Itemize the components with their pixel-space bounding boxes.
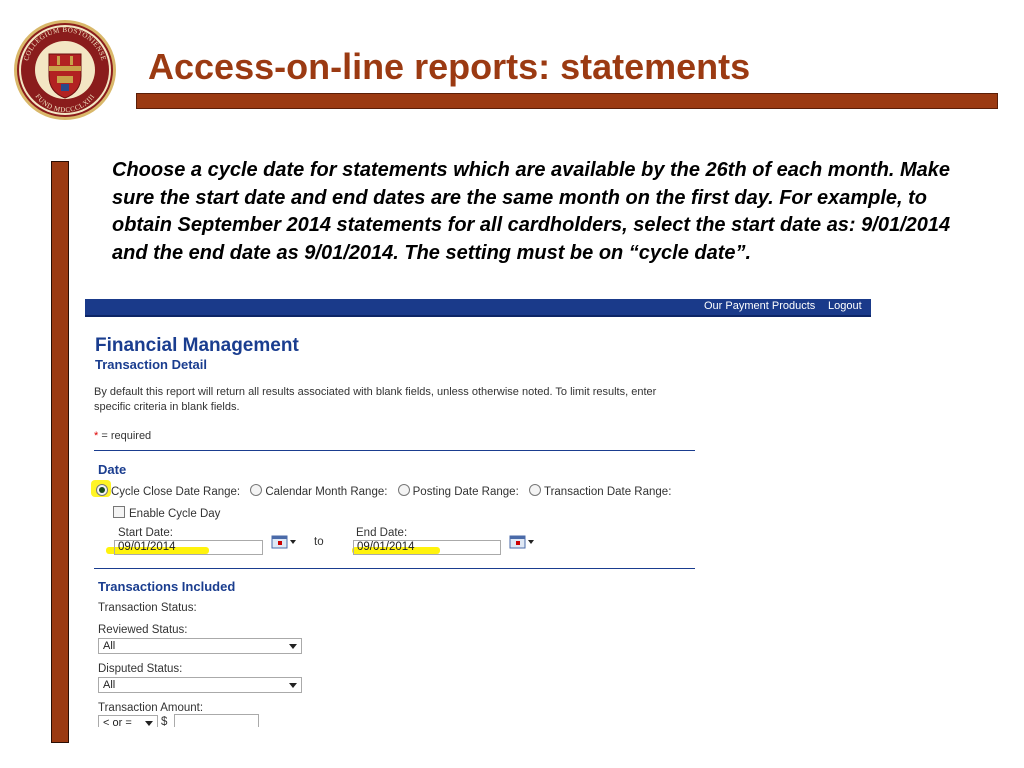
end-date-label: End Date: — [356, 527, 408, 539]
left-accent-bar — [51, 161, 69, 743]
date-section-title: Date — [98, 462, 127, 477]
required-text: = required — [98, 430, 152, 442]
end-date-input[interactable]: 09/01/2014 — [353, 540, 501, 555]
radio-cycle-close-label: Cycle Close Date Range: — [111, 486, 241, 498]
divider — [94, 568, 695, 569]
title-underline-bar — [136, 93, 998, 109]
reviewed-status-value: All — [103, 640, 116, 652]
disputed-status-value: All — [103, 679, 116, 691]
end-calendar-icon[interactable] — [509, 535, 535, 549]
required-note: * = required — [94, 430, 151, 442]
nav-our-payment-products-link[interactable]: Our Payment Products — [704, 300, 815, 312]
intro-text: Choose a cycle date for statements which… — [112, 159, 951, 264]
nav-logout-link[interactable]: Logout — [828, 300, 862, 312]
disputed-status-label: Disputed Status: — [98, 663, 183, 675]
disputed-status-select[interactable]: All — [98, 677, 302, 693]
enable-cycle-day-row: Enable Cycle Day — [113, 506, 220, 520]
radio-transaction-date-label: Transaction Date Range: — [543, 486, 672, 498]
reviewed-status-select[interactable]: All — [98, 638, 302, 654]
top-nav-bar: Our Payment Products Logout — [85, 299, 871, 317]
radio-cycle-close[interactable] — [96, 484, 108, 496]
enable-cycle-day-label: Enable Cycle Day — [129, 508, 221, 520]
start-date-input[interactable]: 09/01/2014 — [114, 540, 263, 555]
radio-posting-date-label: Posting Date Range: — [412, 486, 519, 498]
currency-symbol: $ — [161, 716, 168, 727]
start-date-label: Start Date: — [118, 527, 173, 539]
enable-cycle-day-checkbox[interactable] — [113, 506, 125, 518]
chevron-down-icon — [289, 644, 297, 649]
to-label: to — [314, 536, 324, 548]
amount-operator-select[interactable]: < or = — [98, 715, 158, 727]
reviewed-status-label: Reviewed Status: — [98, 624, 188, 636]
report-description: By default this report will return all r… — [94, 386, 657, 413]
transactions-section-title: Transactions Included — [98, 579, 236, 594]
app-title: Financial Management — [95, 335, 299, 356]
start-calendar-icon[interactable] — [271, 535, 297, 549]
divider — [94, 450, 695, 451]
amount-operator-value: < or = — [103, 717, 132, 727]
page-title: Access-on-line reports: statements — [148, 46, 751, 87]
radio-calendar-month[interactable] — [250, 484, 263, 496]
app-subtitle: Transaction Detail — [95, 357, 207, 372]
transaction-amount-label: Transaction Amount: — [98, 702, 204, 714]
transaction-status-label: Transaction Status: — [98, 602, 197, 614]
radio-transaction-date[interactable] — [528, 484, 541, 496]
radio-calendar-month-label: Calendar Month Range: — [265, 486, 388, 498]
transaction-amount-input[interactable] — [174, 714, 259, 727]
chevron-down-icon — [145, 721, 153, 726]
chevron-down-icon — [289, 683, 297, 688]
date-range-radio-group: Cycle Close Date Range: Calendar Month R… — [96, 484, 678, 498]
app-screenshot: Our Payment Products Logout Financial Ma… — [85, 299, 871, 727]
radio-posting-date[interactable] — [397, 484, 410, 496]
boston-college-seal-icon: COLLEGIUM BOSTONIENSE FUND MDCCCLXIII — [14, 20, 116, 120]
